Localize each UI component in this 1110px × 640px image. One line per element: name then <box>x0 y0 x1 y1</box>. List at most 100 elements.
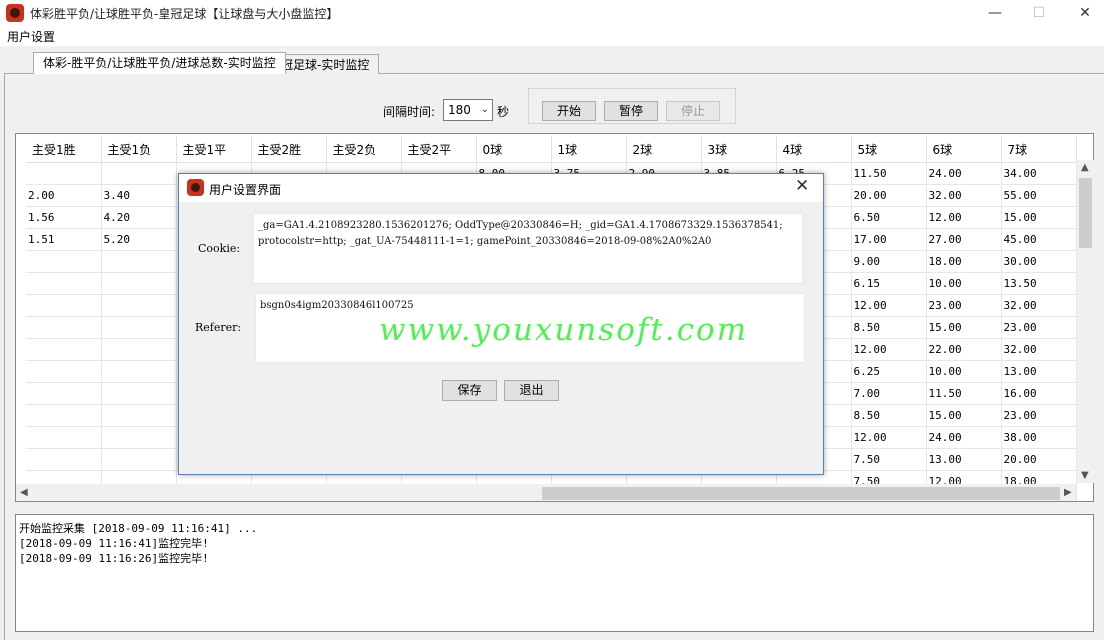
table-cell: 4.20 <box>101 206 177 229</box>
column-header[interactable]: 7球 <box>1001 136 1077 163</box>
table-cell: 17.00 <box>851 228 927 251</box>
table-cell: 12.00 <box>851 294 927 317</box>
table-cell: 45.00 <box>1001 228 1077 251</box>
table-cell: 5.20 <box>101 228 177 251</box>
table-cell: 7.00 <box>851 382 927 405</box>
table-cell: 13.00 <box>926 448 1002 471</box>
table-cell: 13.00 <box>1001 360 1077 383</box>
table-cell <box>26 426 102 449</box>
table-cell: 11.50 <box>851 162 927 185</box>
table-cell: 8.50 <box>851 316 927 339</box>
column-header[interactable]: 6球 <box>926 136 1002 163</box>
column-header[interactable]: 主受1负 <box>101 136 177 163</box>
table-cell <box>26 338 102 361</box>
table-cell: 20.00 <box>1001 448 1077 471</box>
app-icon <box>187 179 204 196</box>
table-header-row: 主受1胜 主受1负 主受1平 主受2胜 主受2负 主受2平 0球 1球 2球 3球 4球 5球 6球 7球 <box>26 136 1077 163</box>
close-button[interactable]: ✕ <box>1062 0 1108 26</box>
table-cell: 23.00 <box>926 294 1002 317</box>
table-cell: 32.00 <box>1001 294 1077 317</box>
table-cell <box>101 338 177 361</box>
table-cell: 34.00 <box>1001 162 1077 185</box>
chevron-down-icon: ⌄ <box>480 104 489 115</box>
column-header[interactable]: 主受1平 <box>176 136 252 163</box>
table-cell: 6.25 <box>851 360 927 383</box>
table-cell: 12.00 <box>851 338 927 361</box>
table-cell: 12.00 <box>851 426 927 449</box>
table-cell <box>26 316 102 339</box>
table-cell: 9.00 <box>851 250 927 273</box>
grid-vertical-scroll-thumb[interactable] <box>1079 178 1092 248</box>
table-cell: 11.50 <box>926 382 1002 405</box>
start-button[interactable]: 开始 <box>542 101 596 121</box>
interval-unit: 秒 <box>497 105 510 119</box>
exit-button[interactable]: 退出 <box>504 380 559 401</box>
grid-horizontal-scroll-thumb[interactable] <box>542 487 1060 500</box>
table-cell: 38.00 <box>1001 426 1077 449</box>
cookie-field[interactable]: _ga=GA1.4.2108923280.1536201276; OddType… <box>253 213 803 284</box>
table-cell: 13.50 <box>1001 272 1077 295</box>
table-cell: 1.51 <box>26 228 102 251</box>
column-header[interactable]: 0球 <box>476 136 552 163</box>
scroll-down-arrow-icon[interactable]: ▼ <box>1081 470 1089 481</box>
referer-label: Referer: <box>195 321 242 334</box>
scroll-up-arrow-icon[interactable]: ▲ <box>1081 162 1089 173</box>
table-cell: 24.00 <box>926 162 1002 185</box>
table-cell <box>26 250 102 273</box>
table-cell <box>101 448 177 471</box>
column-header[interactable]: 3球 <box>701 136 777 163</box>
table-cell <box>26 294 102 317</box>
cookie-label: Cookie: <box>198 242 241 255</box>
table-cell <box>26 272 102 295</box>
table-cell <box>101 294 177 317</box>
table-cell <box>26 448 102 471</box>
table-cell: 10.00 <box>926 272 1002 295</box>
table-cell <box>26 360 102 383</box>
table-cell: 16.00 <box>1001 382 1077 405</box>
dialog-title: 用户设置界面 <box>209 183 282 197</box>
user-settings-dialog: 用户设置界面 ✕ Cookie: _ga=GA1.4.2108923280.15… <box>178 173 824 475</box>
minimize-button[interactable]: — <box>972 0 1018 26</box>
table-cell: 24.00 <box>926 426 1002 449</box>
table-cell <box>101 360 177 383</box>
table-cell: 27.00 <box>926 228 1002 251</box>
table-cell <box>101 404 177 427</box>
log-line: [2018-09-09 11:16:41]监控完毕! <box>19 537 209 550</box>
column-header[interactable]: 主受2平 <box>401 136 477 163</box>
save-button[interactable]: 保存 <box>442 380 497 401</box>
table-cell: 32.00 <box>926 184 1002 207</box>
scroll-right-arrow-icon[interactable]: ▶ <box>1064 487 1072 498</box>
column-header[interactable]: 1球 <box>551 136 627 163</box>
column-header[interactable]: 主受1胜 <box>26 136 102 163</box>
table-cell: 30.00 <box>1001 250 1077 273</box>
table-cell <box>101 426 177 449</box>
table-cell: 55.00 <box>1001 184 1077 207</box>
interval-value: 180 <box>448 103 471 117</box>
watermark-text: www.youxunsoft.com <box>379 312 749 348</box>
table-cell: 6.50 <box>851 206 927 229</box>
table-cell: 23.00 <box>1001 316 1077 339</box>
table-cell: 20.00 <box>851 184 927 207</box>
maximize-button[interactable]: ☐ <box>1016 0 1062 26</box>
tab-lottery-monitor[interactable]: 体彩-胜平负/让球胜平负/进球总数-实时监控 <box>33 52 286 74</box>
column-header[interactable]: 5球 <box>851 136 927 163</box>
table-cell: 2.00 <box>26 184 102 207</box>
dialog-close-icon[interactable]: ✕ <box>795 176 809 196</box>
table-cell: 15.00 <box>926 316 1002 339</box>
scroll-left-arrow-icon[interactable]: ◀ <box>20 487 28 498</box>
table-cell: 8.50 <box>851 404 927 427</box>
column-header[interactable]: 主受2胜 <box>251 136 327 163</box>
table-cell: 15.00 <box>926 404 1002 427</box>
column-header[interactable]: 2球 <box>626 136 702 163</box>
interval-select[interactable]: 180 ⌄ <box>443 99 493 121</box>
column-header[interactable]: 主受2负 <box>326 136 402 163</box>
table-cell: 6.15 <box>851 272 927 295</box>
log-line: [2018-09-09 11:16:26]监控完毕! <box>19 552 209 565</box>
menu-user-settings[interactable]: 用户设置 <box>7 28 55 45</box>
table-cell <box>26 162 102 185</box>
stop-button[interactable]: 停止 <box>666 101 720 121</box>
table-cell: 3.40 <box>101 184 177 207</box>
pause-button[interactable]: 暂停 <box>604 101 658 121</box>
column-header[interactable]: 4球 <box>776 136 852 163</box>
table-cell: 7.50 <box>851 448 927 471</box>
